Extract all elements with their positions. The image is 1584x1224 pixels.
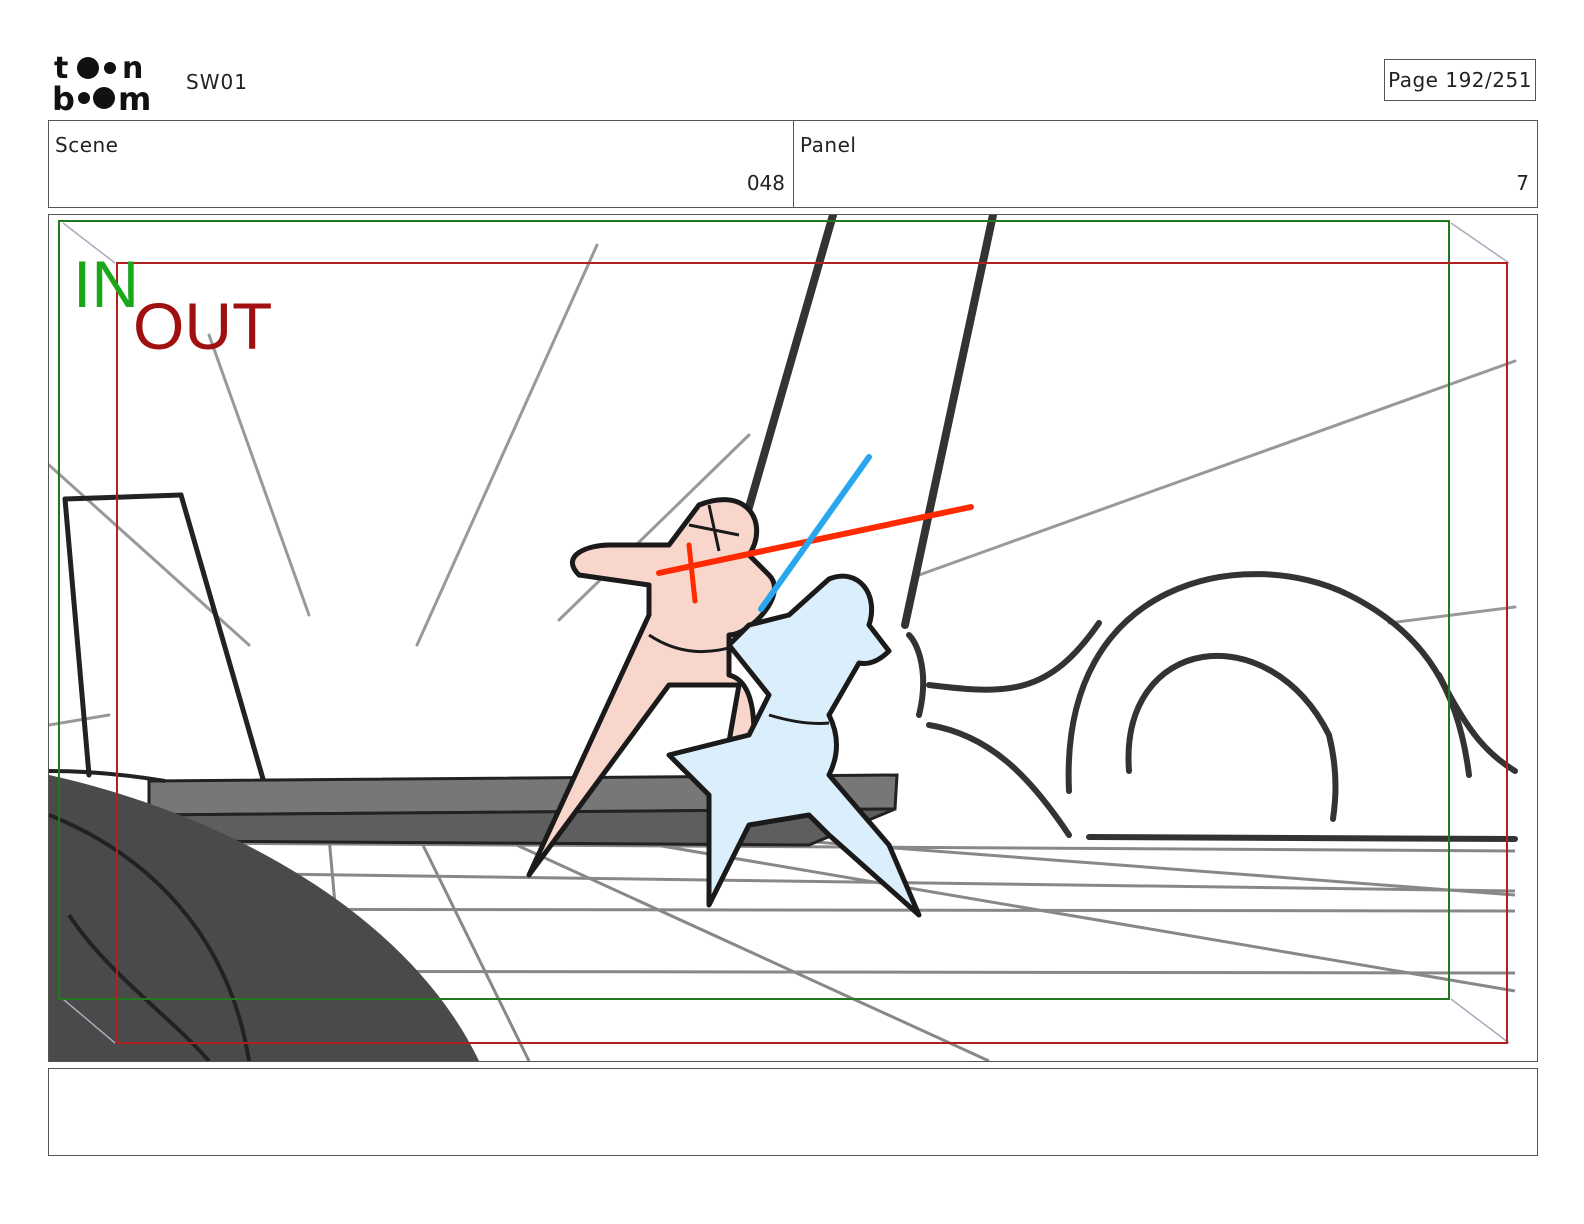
- project-name: SW01: [186, 70, 248, 94]
- panel-cell: Panel 7: [794, 121, 1537, 207]
- svg-text:b: b: [52, 80, 75, 114]
- storyboard-drawing: IN OUT: [49, 215, 1518, 1061]
- scene-panel-info: Scene 048 Panel 7: [48, 120, 1538, 208]
- out-label: OUT: [133, 289, 272, 363]
- panel-label: Panel: [800, 133, 857, 157]
- scene-label: Scene: [55, 133, 119, 157]
- in-label: IN: [73, 247, 139, 321]
- scene-cell: Scene 048: [49, 121, 794, 207]
- toon-boom-logo: t n b m: [52, 48, 164, 118]
- panel-notes-box: [48, 1068, 1538, 1156]
- scene-value: 048: [746, 171, 785, 195]
- svg-text:m: m: [118, 80, 151, 114]
- panel-value: 7: [1516, 171, 1529, 195]
- page-indicator: Page 192/251: [1384, 59, 1536, 101]
- storyboard-panel-frame: IN OUT: [48, 214, 1538, 1062]
